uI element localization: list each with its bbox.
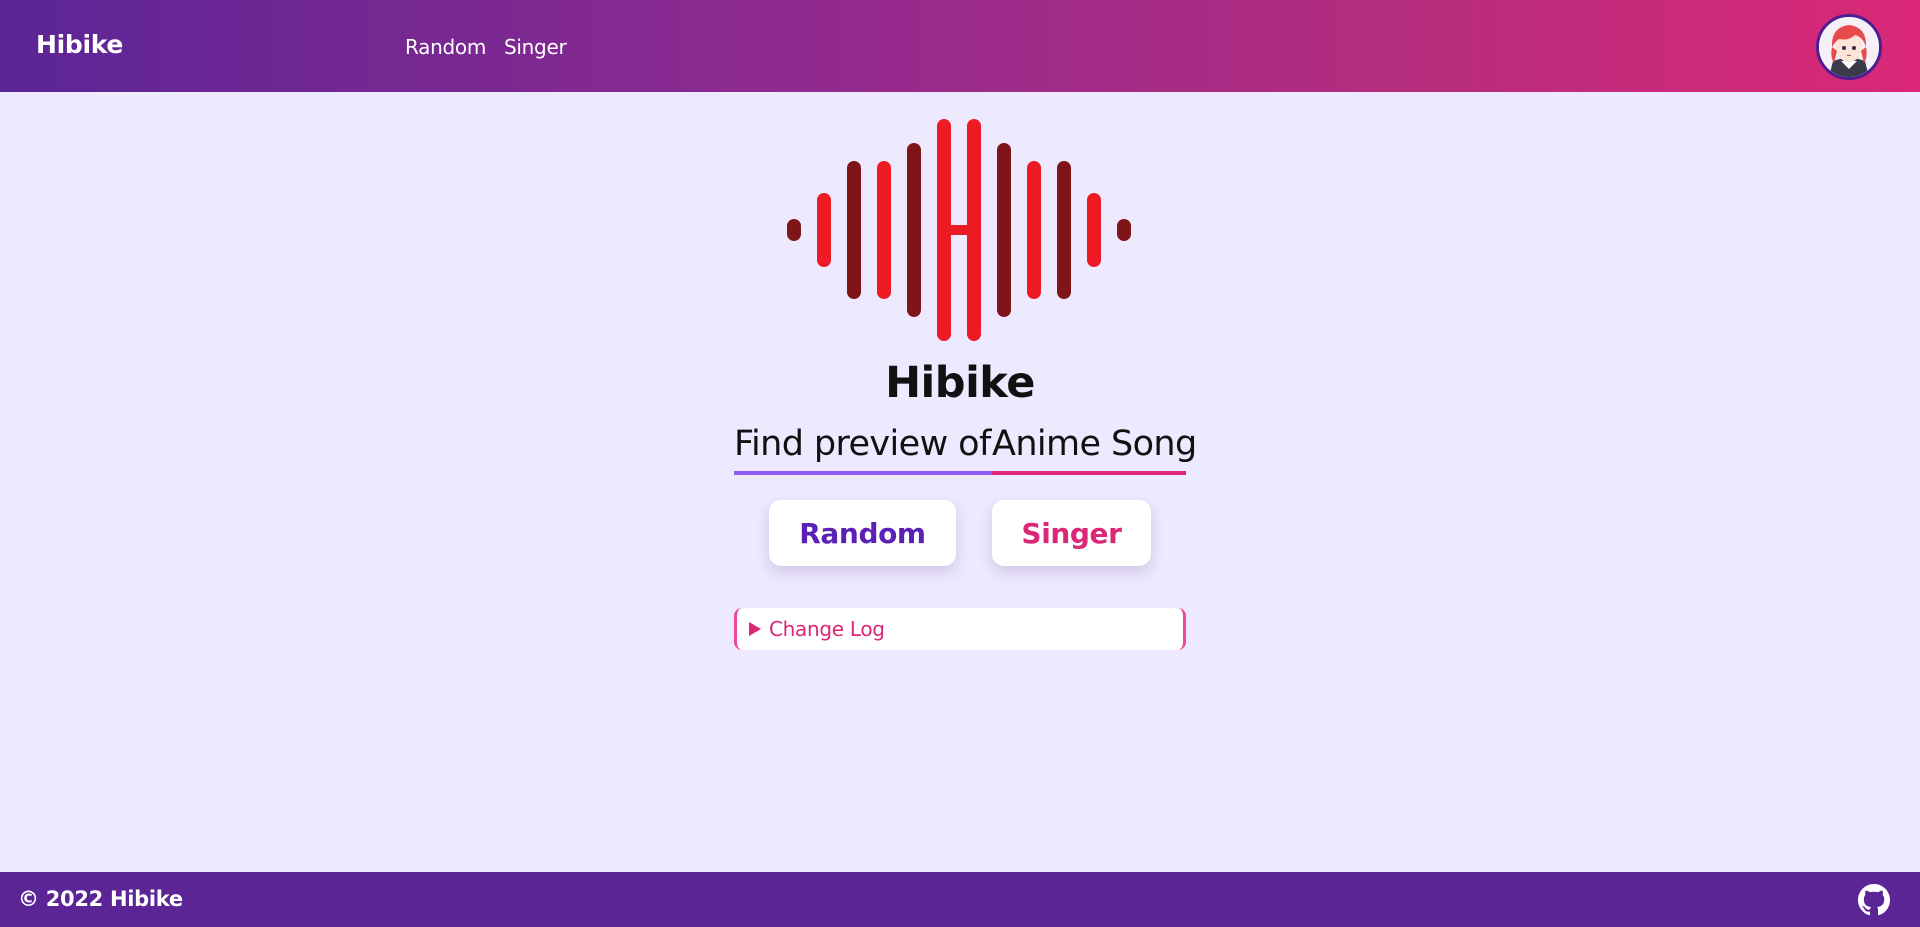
changelog-toggle[interactable]: Change Log <box>734 608 1186 650</box>
random-button[interactable]: Random <box>769 500 956 566</box>
github-link[interactable] <box>1858 884 1890 916</box>
page-title: Hibike <box>885 358 1035 408</box>
tagline-text-primary: Find preview of <box>734 424 991 464</box>
triangle-right-icon <box>749 622 761 636</box>
singer-button[interactable]: Singer <box>992 500 1151 566</box>
brand-link[interactable]: Hibike <box>36 30 123 59</box>
footer: © 2022 Hibike <box>0 872 1920 927</box>
navbar: Hibike Random Singer <box>0 0 1920 92</box>
tagline: Find preview of Anime Song <box>734 424 1197 476</box>
nav-link-singer[interactable]: Singer <box>504 35 567 59</box>
avatar[interactable] <box>1816 14 1882 80</box>
nav-link-random[interactable]: Random <box>405 35 486 59</box>
copyright-text: © 2022 Hibike <box>18 887 183 911</box>
anime-girl-avatar-icon <box>1819 17 1879 77</box>
github-icon <box>1858 884 1890 916</box>
changelog-label: Change Log <box>769 617 885 641</box>
hibike-logo <box>787 119 1131 341</box>
tagline-underline-pink <box>992 471 1186 475</box>
tagline-text-highlight: Anime Song <box>992 424 1197 464</box>
tagline-underline-purple <box>734 471 992 475</box>
logo-crossbar <box>944 225 974 235</box>
nav-links: Random Singer <box>405 35 567 59</box>
